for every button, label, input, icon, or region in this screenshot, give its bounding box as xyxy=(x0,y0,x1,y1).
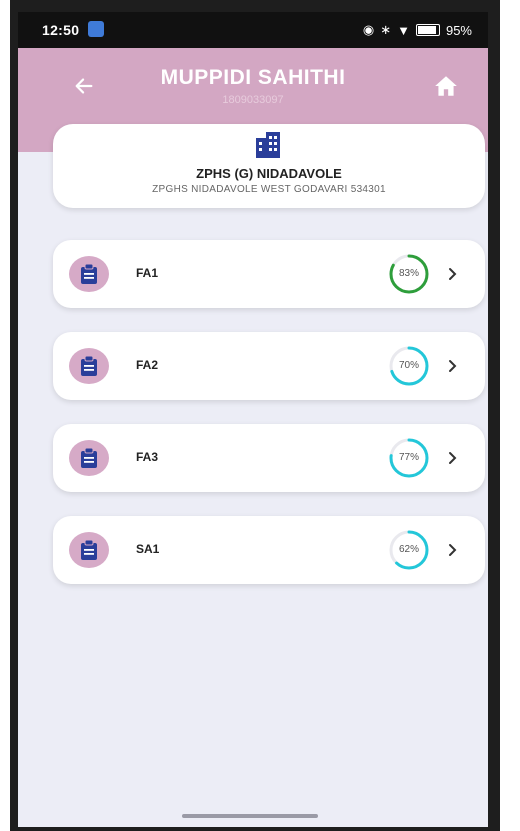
battery-percent: 95% xyxy=(445,22,472,38)
student-id: 1809033097 xyxy=(222,94,284,106)
school-address: ZPGHS NIDADAVOLE WEST GODAVARI 534301 xyxy=(152,184,386,195)
chevron-right-icon xyxy=(445,352,461,380)
progress-percent: 77% xyxy=(398,452,419,463)
progress-ring: 77% xyxy=(385,434,433,482)
status-icons: ◉ ∗ ▼ 95% xyxy=(363,22,472,38)
screen: 12:50 ◉ ∗ ▼ 95% MUPPIDI SAHITHI 18090330… xyxy=(18,12,488,827)
progress-percent: 83% xyxy=(398,268,419,279)
gesture-nav-handle[interactable] xyxy=(182,814,318,818)
status-bar: 12:50 ◉ ∗ ▼ 95% xyxy=(18,12,488,48)
phone-frame: 12:50 ◉ ∗ ▼ 95% MUPPIDI SAHITHI 18090330… xyxy=(10,0,500,831)
assessment-label: SA1 xyxy=(136,542,160,556)
wifi-icon: ▼ xyxy=(397,22,410,38)
assessment-card-fa3[interactable]: FA3 77% xyxy=(53,424,485,492)
home-icon xyxy=(435,76,457,96)
assessment-card-fa1[interactable]: FA1 83% xyxy=(53,240,485,308)
chevron-right-icon xyxy=(445,536,461,564)
school-card: ZPHS (G) NIDADAVOLE ZPGHS NIDADAVOLE WES… xyxy=(53,124,485,208)
progress-ring: 70% xyxy=(385,342,433,390)
assessment-label: FA2 xyxy=(136,358,159,372)
eye-icon: ◉ xyxy=(362,22,375,37)
battery-icon xyxy=(415,24,440,36)
progress-percent: 70% xyxy=(398,360,419,371)
assessment-label: FA3 xyxy=(136,450,159,464)
clipboard-icon xyxy=(81,448,97,468)
clipboard-icon xyxy=(81,540,97,560)
assessment-icon-badge xyxy=(69,440,109,476)
student-name: MUPPIDI SAHITHI xyxy=(160,66,346,89)
building-icon xyxy=(256,132,280,158)
bluetooth-icon: ∗ xyxy=(380,22,392,37)
app-notification-icon xyxy=(88,21,104,37)
assessment-card-sa1[interactable]: SA1 62% xyxy=(53,516,485,584)
assessment-label: FA1 xyxy=(136,266,159,280)
school-name: ZPHS (G) NIDADAVOLE xyxy=(196,166,342,181)
home-button[interactable] xyxy=(426,66,466,106)
progress-ring: 83% xyxy=(385,250,433,298)
status-time: 12:50 xyxy=(42,22,80,38)
chevron-right-icon xyxy=(445,444,461,472)
assessment-icon-badge xyxy=(69,532,109,568)
clipboard-icon xyxy=(81,264,97,284)
chevron-right-icon xyxy=(445,260,461,288)
assessment-card-fa2[interactable]: FA2 70% xyxy=(53,332,485,400)
assessment-icon-badge xyxy=(69,256,109,292)
clipboard-icon xyxy=(81,356,97,376)
assessment-icon-badge xyxy=(69,348,109,384)
progress-ring: 62% xyxy=(385,526,433,574)
progress-percent: 62% xyxy=(398,544,419,555)
